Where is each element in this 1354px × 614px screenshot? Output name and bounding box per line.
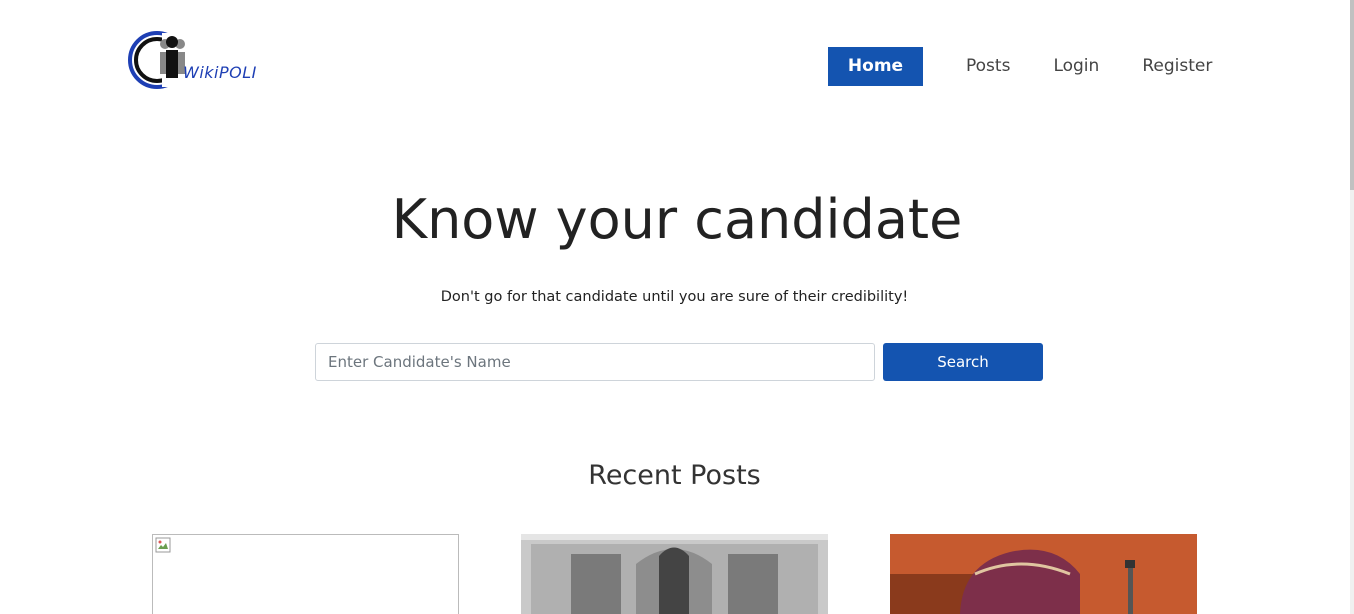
monument-photo — [521, 534, 828, 614]
nav-posts[interactable]: Posts — [966, 47, 1010, 86]
hero-title: Know your candidate — [391, 188, 963, 251]
page-scrollbar[interactable] — [1350, 0, 1354, 614]
candidate-photo — [890, 534, 1197, 614]
candidate-search-input[interactable] — [315, 343, 875, 381]
broken-image-icon — [155, 537, 171, 553]
navbar: WikiPOLI Home Posts Login Register — [0, 0, 1354, 130]
brand-name: WikiPOLI — [183, 63, 257, 82]
post-card-image-2[interactable] — [521, 534, 828, 614]
post-card-image-3[interactable] — [890, 534, 1197, 614]
nav-home[interactable]: Home — [828, 47, 923, 86]
search-button[interactable]: Search — [883, 343, 1043, 381]
brand-logo-link[interactable]: WikiPOLI — [127, 28, 267, 92]
post-card-image-1[interactable] — [152, 534, 459, 614]
hero-subtitle: Don't go for that candidate until you ar… — [440, 289, 909, 305]
people-group-logo-icon — [128, 31, 186, 89]
nav-register[interactable]: Register — [1142, 47, 1212, 86]
scrollbar-thumb[interactable] — [1350, 0, 1354, 190]
nav-login[interactable]: Login — [1053, 47, 1099, 86]
recent-posts-title: Recent Posts — [588, 460, 761, 491]
main-nav: Home Posts Login Register — [828, 47, 1212, 86]
